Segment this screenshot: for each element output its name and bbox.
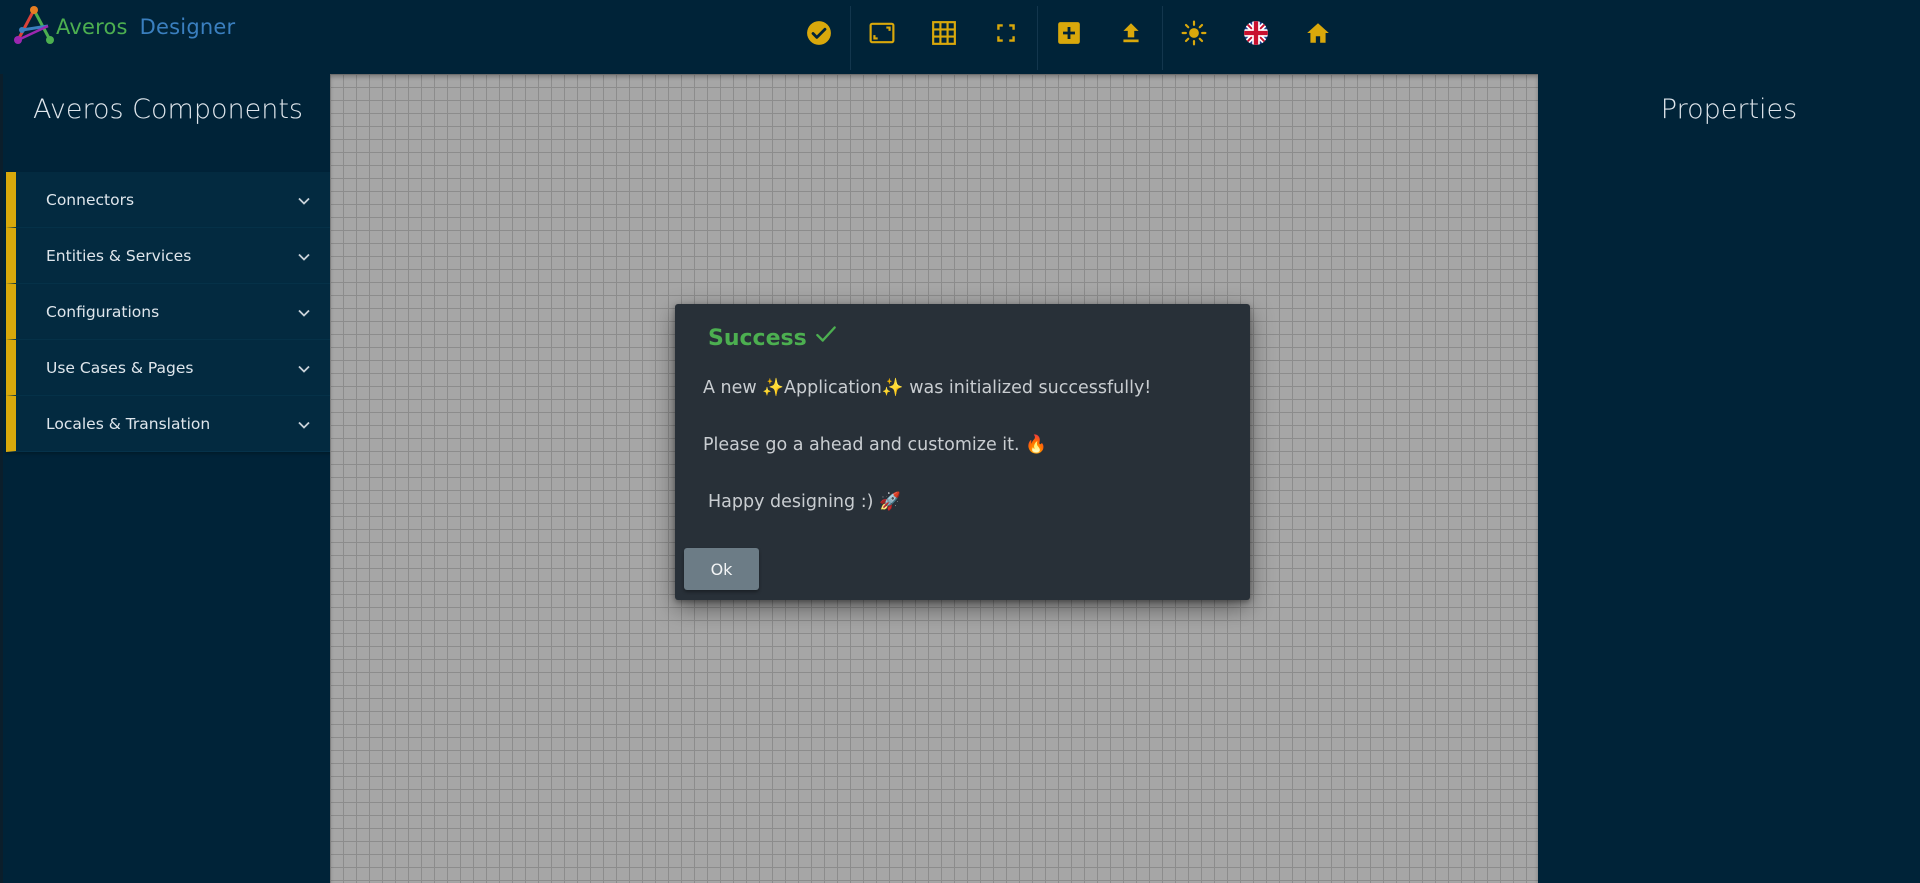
dialog-message-line: Happy designing :) 🚀 <box>708 492 901 512</box>
components-accordion: Connectors Entities & Services Configura… <box>6 172 333 452</box>
add-box-icon <box>1058 22 1080 44</box>
accordion-item-configurations[interactable]: Configurations <box>6 284 333 340</box>
accordion-item-entities-services[interactable]: Entities & Services <box>6 228 333 284</box>
accordion-item-label: Configurations <box>46 302 160 321</box>
dialog-message: A new ✨Application✨ was initialized succ… <box>703 374 1151 545</box>
success-dialog: Success A new ✨Application✨ was initiali… <box>675 304 1250 600</box>
accordion-item-label: Connectors <box>46 190 135 209</box>
chevron-down-icon <box>298 421 310 429</box>
brightness-icon <box>1181 20 1207 46</box>
accordion-item-use-cases-pages[interactable]: Use Cases & Pages <box>6 340 333 396</box>
grid-icon <box>932 21 956 45</box>
chevron-down-icon <box>298 365 310 373</box>
aspect-ratio-icon <box>869 22 895 44</box>
properties-panel-title: Properties <box>1660 94 1798 125</box>
checkmark-icon <box>815 325 836 342</box>
top-bar: Averos Designer <box>0 0 1920 74</box>
app-logo[interactable]: Averos Designer <box>10 4 235 48</box>
language-button[interactable] <box>1225 0 1287 66</box>
components-panel: Averos Components Connectors Entities & … <box>0 74 333 883</box>
home-icon <box>1307 23 1329 43</box>
upload-button[interactable] <box>1100 0 1162 66</box>
dialog-title: Success <box>708 325 839 351</box>
new-application-button[interactable] <box>1038 0 1100 66</box>
check-circle-icon <box>807 21 831 45</box>
dialog-message-line: Please go a ahead and customize it. 🔥 <box>703 435 1047 455</box>
theme-toggle-button[interactable] <box>1163 0 1225 66</box>
accordion-item-label: Locales & Translation <box>46 414 211 433</box>
accordion-item-label: Use Cases & Pages <box>46 358 194 377</box>
accordion-item-locales-translation[interactable]: Locales & Translation <box>6 396 333 452</box>
app-title: Averos Designer <box>56 15 235 39</box>
home-button[interactable] <box>1287 0 1349 66</box>
chevron-down-icon <box>298 197 310 205</box>
main-toolbar <box>788 0 1349 72</box>
uk-flag-icon <box>1244 21 1268 45</box>
chevron-down-icon <box>298 309 310 317</box>
properties-panel: Properties <box>1538 74 1920 883</box>
fit-screen-button[interactable] <box>851 0 913 66</box>
validate-button[interactable] <box>788 0 850 66</box>
fullscreen-icon <box>997 24 1015 42</box>
averos-logo-icon <box>14 6 54 44</box>
dialog-message-line: A new ✨Application✨ was initialized succ… <box>703 378 1152 398</box>
accordion-item-label: Entities & Services <box>46 246 192 265</box>
logo-word-averos: Averos <box>56 15 128 39</box>
fullscreen-button[interactable] <box>975 0 1037 66</box>
components-panel-title: Averos Components <box>33 94 303 125</box>
upload-icon <box>1123 23 1139 43</box>
dialog-title-text: Success <box>708 326 807 351</box>
accordion-item-connectors[interactable]: Connectors <box>6 172 333 228</box>
toggle-grid-button[interactable] <box>913 0 975 66</box>
ok-button[interactable]: Ok <box>684 548 759 590</box>
logo-word-designer: Designer <box>139 15 236 39</box>
chevron-down-icon <box>298 253 310 261</box>
